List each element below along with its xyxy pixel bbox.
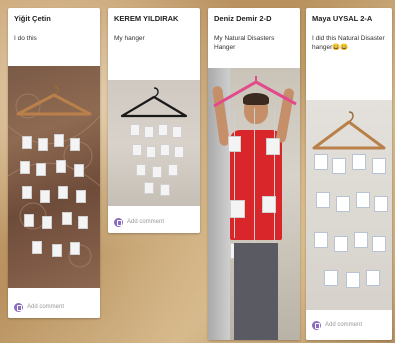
post-author: Yiğit Çetin xyxy=(14,14,51,23)
add-comment-button[interactable]: Add comment xyxy=(108,211,200,233)
comment-icon xyxy=(114,217,123,227)
post-card-3[interactable]: Deniz Demir 2-D My Natural Disasters Han… xyxy=(208,8,300,340)
post-author: KEREM YILDIRAK xyxy=(114,14,179,23)
comment-icon xyxy=(14,302,23,312)
post-header: KEREM YILDIRAK My hanger xyxy=(108,8,200,47)
post-caption: My Natural Disasters Hanger xyxy=(214,35,275,52)
post-caption: I did this Natural Disaster hanger😀😀 xyxy=(312,35,385,52)
post-photo[interactable] xyxy=(208,68,300,340)
hanger-icon xyxy=(120,87,188,118)
post-card-4[interactable]: Maya UYSAL 2-A I did this Natural Disast… xyxy=(306,8,392,340)
post-author: Deniz Demir 2-D xyxy=(214,14,272,23)
post-header: Deniz Demir 2-D My Natural Disasters Han… xyxy=(208,8,300,57)
post-photo[interactable] xyxy=(8,66,100,288)
post-caption: My hanger xyxy=(114,35,145,42)
post-photo[interactable] xyxy=(108,80,200,206)
padlet-board: Yiğit Çetin I do this Add comment KEREM … xyxy=(3,3,392,340)
post-photo[interactable] xyxy=(306,100,392,310)
post-author: Maya UYSAL 2-A xyxy=(312,14,373,23)
post-caption: I do this xyxy=(14,35,37,42)
post-card-1[interactable]: Yiğit Çetin I do this Add comment xyxy=(8,8,100,318)
post-header: Yiğit Çetin I do this xyxy=(8,8,100,47)
hanger-icon xyxy=(16,85,92,116)
boy-pants xyxy=(234,243,278,340)
add-comment-label: Add comment xyxy=(127,219,165,225)
hanger-icon xyxy=(312,111,386,150)
comment-icon xyxy=(312,320,321,330)
add-comment-label: Add comment xyxy=(325,322,363,328)
add-comment-button[interactable]: Add comment xyxy=(306,310,392,340)
post-header: Maya UYSAL 2-A I did this Natural Disast… xyxy=(306,8,392,56)
add-comment-label: Add comment xyxy=(27,304,65,310)
post-card-2[interactable]: KEREM YILDIRAK My hanger Add comment xyxy=(108,8,200,233)
add-comment-button[interactable]: Add comment xyxy=(8,296,100,318)
